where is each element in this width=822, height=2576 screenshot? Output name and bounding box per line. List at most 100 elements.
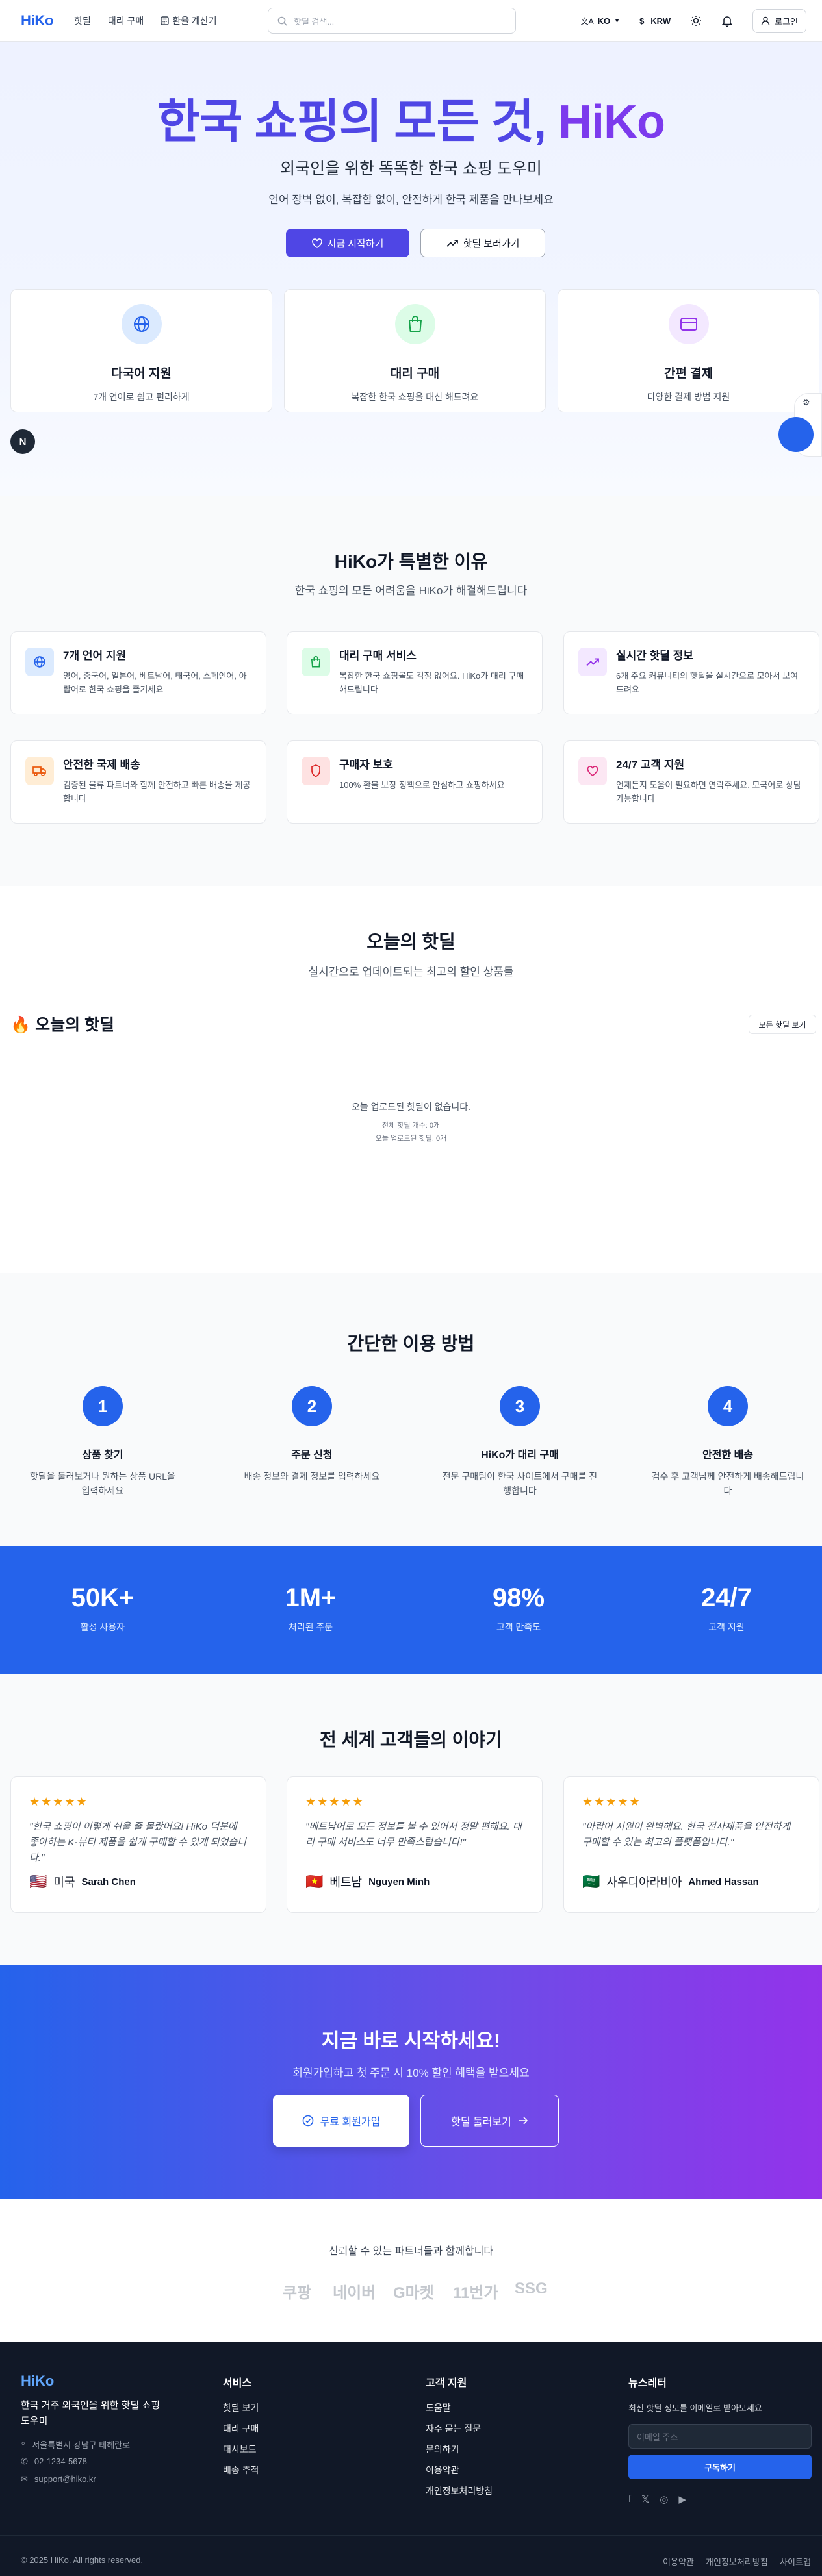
testimonial-card: ★★★★★ "베트남어로 모든 정보를 볼 수 있어서 정말 편해요. 대리 구…: [287, 1776, 543, 1913]
feature-desc: 복잡한 한국 쇼핑을 대신 해드려요: [351, 392, 479, 402]
why-card: 구매자 보호 100% 환불 보장 정책으로 안심하고 쇼핑하세요: [287, 740, 543, 824]
nextjs-badge[interactable]: N: [10, 429, 35, 454]
footer-bottom-link[interactable]: 이용약관: [663, 2555, 694, 2568]
flag-icon: 🇺🇸: [29, 1873, 47, 1889]
trending-up-icon: [578, 648, 607, 676]
step-title: 상품 찾기: [82, 1450, 123, 1461]
phone-icon: ✆: [21, 2456, 28, 2466]
deals-subtitle: 실시간으로 업데이트되는 최고의 할인 상품들: [308, 966, 514, 978]
partner-logo: 쿠팡: [283, 2284, 312, 2302]
newsletter-email-input[interactable]: 이메일 주소: [628, 2424, 812, 2449]
testimonial-quote: "아랍어 지원이 완벽해요. 한국 전자제품을 안전하게 구매할 수 있는 최고…: [582, 1821, 791, 1848]
copyright: © 2025 HiKo. All rights reserved.: [21, 2555, 144, 2565]
footer-support-title: 고객 지원: [426, 2378, 467, 2389]
testimonial-name: Nguyen Minh: [368, 1876, 430, 1888]
stat-value: 98%: [492, 1584, 545, 1612]
footer-link[interactable]: 핫딜 보기: [223, 2401, 259, 2414]
header-actions: 文A KO ▼ $ KRW 로그인: [581, 0, 806, 42]
login-button[interactable]: 로그인: [752, 8, 806, 33]
stat-value: 1M+: [285, 1584, 337, 1612]
why-card: 안전한 국제 배송 검증된 물류 파트너와 함께 안전하고 빠른 배송을 제공합니…: [10, 740, 266, 824]
view-all-deals-button[interactable]: 모든 핫딜 보기: [749, 1015, 816, 1034]
step-number: 3: [500, 1386, 540, 1426]
view-hotdeals-button[interactable]: 핫딜 보러가기: [420, 229, 545, 257]
footer-logo[interactable]: HiKo: [21, 2373, 54, 2390]
search-input[interactable]: 핫딜 검색...: [294, 15, 334, 27]
testimonial-quote: "한국 쇼핑이 이렇게 쉬울 줄 몰랐어요! HiKo 덕분에 좋아하는 K-뷰…: [29, 1821, 246, 1863]
footer-address: ⌖ 서울특별시 강남구 테헤란로: [21, 2438, 131, 2450]
testimonial-card: ★★★★★ "한국 쇼핑이 이렇게 쉬울 줄 몰랐어요! HiKo 덕분에 좋아…: [10, 1776, 266, 1913]
partner-logo: G마켓: [393, 2284, 434, 2302]
why-subtitle: 한국 쇼핑의 모든 어려움을 HiKo가 해결해드립니다: [294, 585, 528, 597]
footer-bottom-link[interactable]: 개인정보처리방침: [706, 2555, 768, 2568]
testimonial-name: Sarah Chen: [81, 1876, 136, 1888]
search-box[interactable]: 핫딜 검색...: [268, 8, 516, 34]
language-select[interactable]: 文A KO ▼: [581, 16, 620, 27]
why-card-desc: 영어, 중국어, 일본어, 베트남어, 태국어, 스페인어, 아랍어로 한국 쇼…: [63, 671, 247, 694]
start-now-button[interactable]: 지금 시작하기: [286, 229, 409, 257]
step-desc: 핫딜을 둘러보거나 원하는 상품 URL을 입력하세요: [30, 1471, 175, 1496]
footer-bottom-link[interactable]: 사이트맵: [780, 2555, 811, 2568]
steps-title: 간단한 이용 방법: [347, 1333, 475, 1354]
footer-link[interactable]: 도움말: [426, 2401, 451, 2414]
stat-label: 활성 사용자: [80, 1622, 125, 1632]
footer-link[interactable]: 이용약관: [426, 2464, 459, 2477]
nav-proxy-buy[interactable]: 대리 구매: [108, 14, 144, 27]
site-footer: HiKo 한국 거주 외국인을 위한 핫딜 쇼핑 도우미 ⌖ 서울특별시 강남구 …: [0, 2342, 822, 2576]
footer-link[interactable]: 대리 구매: [223, 2422, 259, 2435]
youtube-icon[interactable]: ▶: [678, 2494, 686, 2505]
user-icon: [761, 16, 770, 25]
cta-subtitle: 회원가입하고 첫 주문 시 10% 할인 혜택을 받으세요: [292, 2067, 530, 2079]
stat-label: 고객 만족도: [496, 1622, 541, 1632]
logo[interactable]: HiKo: [21, 12, 53, 29]
step-number: 1: [83, 1386, 123, 1426]
shield-icon: [302, 757, 330, 785]
deals-title: 오늘의 핫딜: [366, 931, 456, 952]
footer-divider: [0, 2535, 822, 2536]
rating-stars-icon: ★★★★★: [582, 1795, 641, 1808]
partner-logo: 네이버: [333, 2284, 376, 2302]
shopping-bag-icon: [394, 304, 435, 344]
social-links: f 𝕏 ◎ ▶: [628, 2494, 686, 2505]
globe-icon: [25, 648, 54, 676]
why-title: HiKo가 특별한 이유: [334, 551, 488, 572]
footer-tagline: 한국 거주 외국인을 위한 핫딜 쇼핑 도우미: [21, 2400, 161, 2427]
footer-link[interactable]: 문의하기: [426, 2443, 459, 2456]
step-desc: 전문 구매팀이 한국 사이트에서 구매를 진행합니다: [442, 1471, 598, 1496]
arrow-right-icon: [518, 2117, 528, 2125]
stat-value: 24/7: [701, 1584, 752, 1612]
chat-support-button[interactable]: [778, 417, 814, 452]
footer-email: ✉ support@hiko.kr: [21, 2474, 96, 2484]
sun-icon[interactable]: [690, 15, 702, 27]
feature-card-payment: 간편 결제 다양한 결제 방법 지원: [558, 289, 819, 412]
footer-phone: ✆ 02-1234-5678: [21, 2456, 87, 2466]
step-item: 3 HiKo가 대리 구매 전문 구매팀이 한국 사이트에서 구매를 진행합니다: [442, 1386, 598, 1498]
facebook-icon[interactable]: f: [628, 2494, 631, 2505]
browse-deals-button[interactable]: 핫딜 둘러보기: [420, 2095, 559, 2147]
signup-button[interactable]: 무료 회원가입: [273, 2095, 409, 2147]
stat-item: 24/7 고객 지원: [661, 1584, 791, 1634]
step-desc: 배송 정보와 결제 정보를 입력하세요: [244, 1471, 380, 1482]
instagram-icon[interactable]: ◎: [660, 2494, 668, 2505]
nav-hotdeal[interactable]: 핫딜: [74, 14, 91, 27]
testimonials-title: 전 세계 고객들의 이야기: [320, 1730, 502, 1750]
nav-exchange-calculator[interactable]: 환율 계산기: [161, 14, 217, 27]
rating-stars-icon: ★★★★★: [29, 1795, 88, 1808]
currency-select[interactable]: $ KRW: [639, 16, 671, 26]
settings-icon[interactable]: ⚙: [803, 398, 810, 408]
feature-title: 대리 구매: [390, 367, 440, 381]
hero-subtitle: 외국인을 위한 똑똑한 한국 쇼핑 도우미: [280, 160, 542, 178]
footer-link[interactable]: 배송 추적: [223, 2464, 259, 2477]
feature-desc: 다양한 결제 방법 지원: [647, 392, 730, 402]
why-card-desc: 6개 주요 커뮤니티의 핫딜을 실시간으로 모아서 보여드려요: [616, 671, 799, 694]
subscribe-button[interactable]: 구독하기: [628, 2455, 812, 2479]
why-card-title: 7개 언어 지원: [63, 650, 127, 662]
bell-icon[interactable]: [721, 15, 733, 27]
footer-link[interactable]: 대시보드: [223, 2443, 257, 2456]
feature-title: 간편 결제: [663, 367, 713, 381]
footer-link[interactable]: 자주 묻는 질문: [426, 2422, 481, 2435]
stat-label: 고객 지원: [708, 1622, 745, 1632]
footer-link[interactable]: 개인정보처리방침: [426, 2484, 493, 2497]
twitter-icon[interactable]: 𝕏: [641, 2494, 649, 2505]
why-card-desc: 100% 환불 보장 정책으로 안심하고 쇼핑하세요: [339, 780, 505, 790]
